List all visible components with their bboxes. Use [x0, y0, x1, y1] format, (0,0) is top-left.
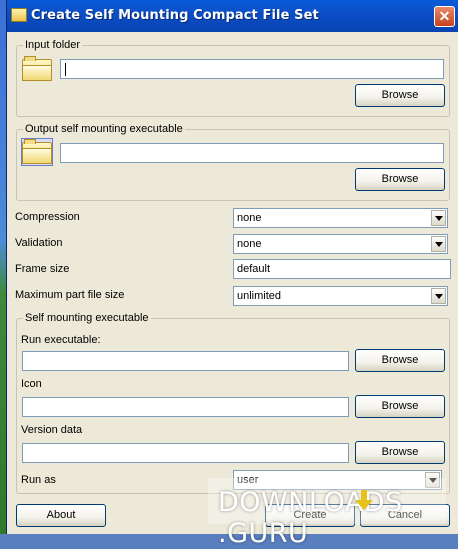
download-arrow-icon	[355, 490, 373, 512]
input-folder-label: Input folder	[23, 39, 83, 51]
input-folder-group: Input folder Browse	[16, 39, 450, 117]
run-executable-label: Run executable:	[21, 334, 101, 346]
icon-label: Icon	[21, 378, 42, 390]
chevron-down-icon[interactable]	[431, 210, 446, 226]
compression-label: Compression	[15, 211, 80, 223]
validation-label: Validation	[15, 237, 63, 249]
watermark: DOWNLOADS.GURU	[208, 478, 446, 549]
run-executable-field[interactable]	[22, 351, 349, 371]
frame-size-field[interactable]: default	[233, 259, 451, 279]
self-mounting-label: Self mounting executable	[23, 312, 151, 324]
about-button[interactable]: About	[16, 504, 106, 527]
dialog-window: Create Self Mounting Compact File Set ✕ …	[6, 0, 458, 534]
validation-select[interactable]: none	[233, 234, 448, 254]
window-title: Create Self Mounting Compact File Set	[31, 8, 319, 23]
icon-field[interactable]	[22, 397, 349, 417]
version-data-browse-button[interactable]: Browse	[355, 441, 445, 464]
output-exe-browse-button[interactable]: Browse	[355, 168, 445, 191]
close-button[interactable]: ✕	[434, 6, 455, 27]
max-part-size-label: Maximum part file size	[15, 289, 125, 301]
run-executable-browse-button[interactable]: Browse	[355, 349, 445, 372]
chevron-down-icon[interactable]	[431, 236, 446, 252]
compression-select[interactable]: none	[233, 208, 448, 228]
input-folder-browse-button[interactable]: Browse	[355, 84, 445, 107]
text-caret	[65, 62, 66, 76]
close-icon: ✕	[438, 8, 451, 24]
frame-size-label: Frame size	[15, 263, 70, 275]
max-part-size-select[interactable]: unlimited	[233, 286, 448, 306]
run-as-label: Run as	[21, 474, 56, 486]
watermark-text: DOWNLOADS.GURU	[218, 487, 403, 549]
input-folder-field[interactable]	[60, 59, 444, 79]
app-icon	[11, 8, 27, 22]
self-mounting-group: Self mounting executable Run executable:…	[16, 312, 450, 494]
version-data-field[interactable]	[22, 443, 349, 463]
title-bar[interactable]: Create Self Mounting Compact File Set ✕	[7, 0, 458, 32]
output-exe-label: Output self mounting executable	[23, 123, 185, 135]
icon-browse-button[interactable]: Browse	[355, 395, 445, 418]
chevron-down-icon[interactable]	[431, 288, 446, 304]
folder-icon	[21, 138, 53, 166]
version-data-label: Version data	[21, 424, 83, 436]
folder-icon	[22, 56, 52, 82]
output-exe-field[interactable]	[60, 143, 444, 163]
output-exe-group: Output self mounting executable Browse	[16, 123, 450, 201]
